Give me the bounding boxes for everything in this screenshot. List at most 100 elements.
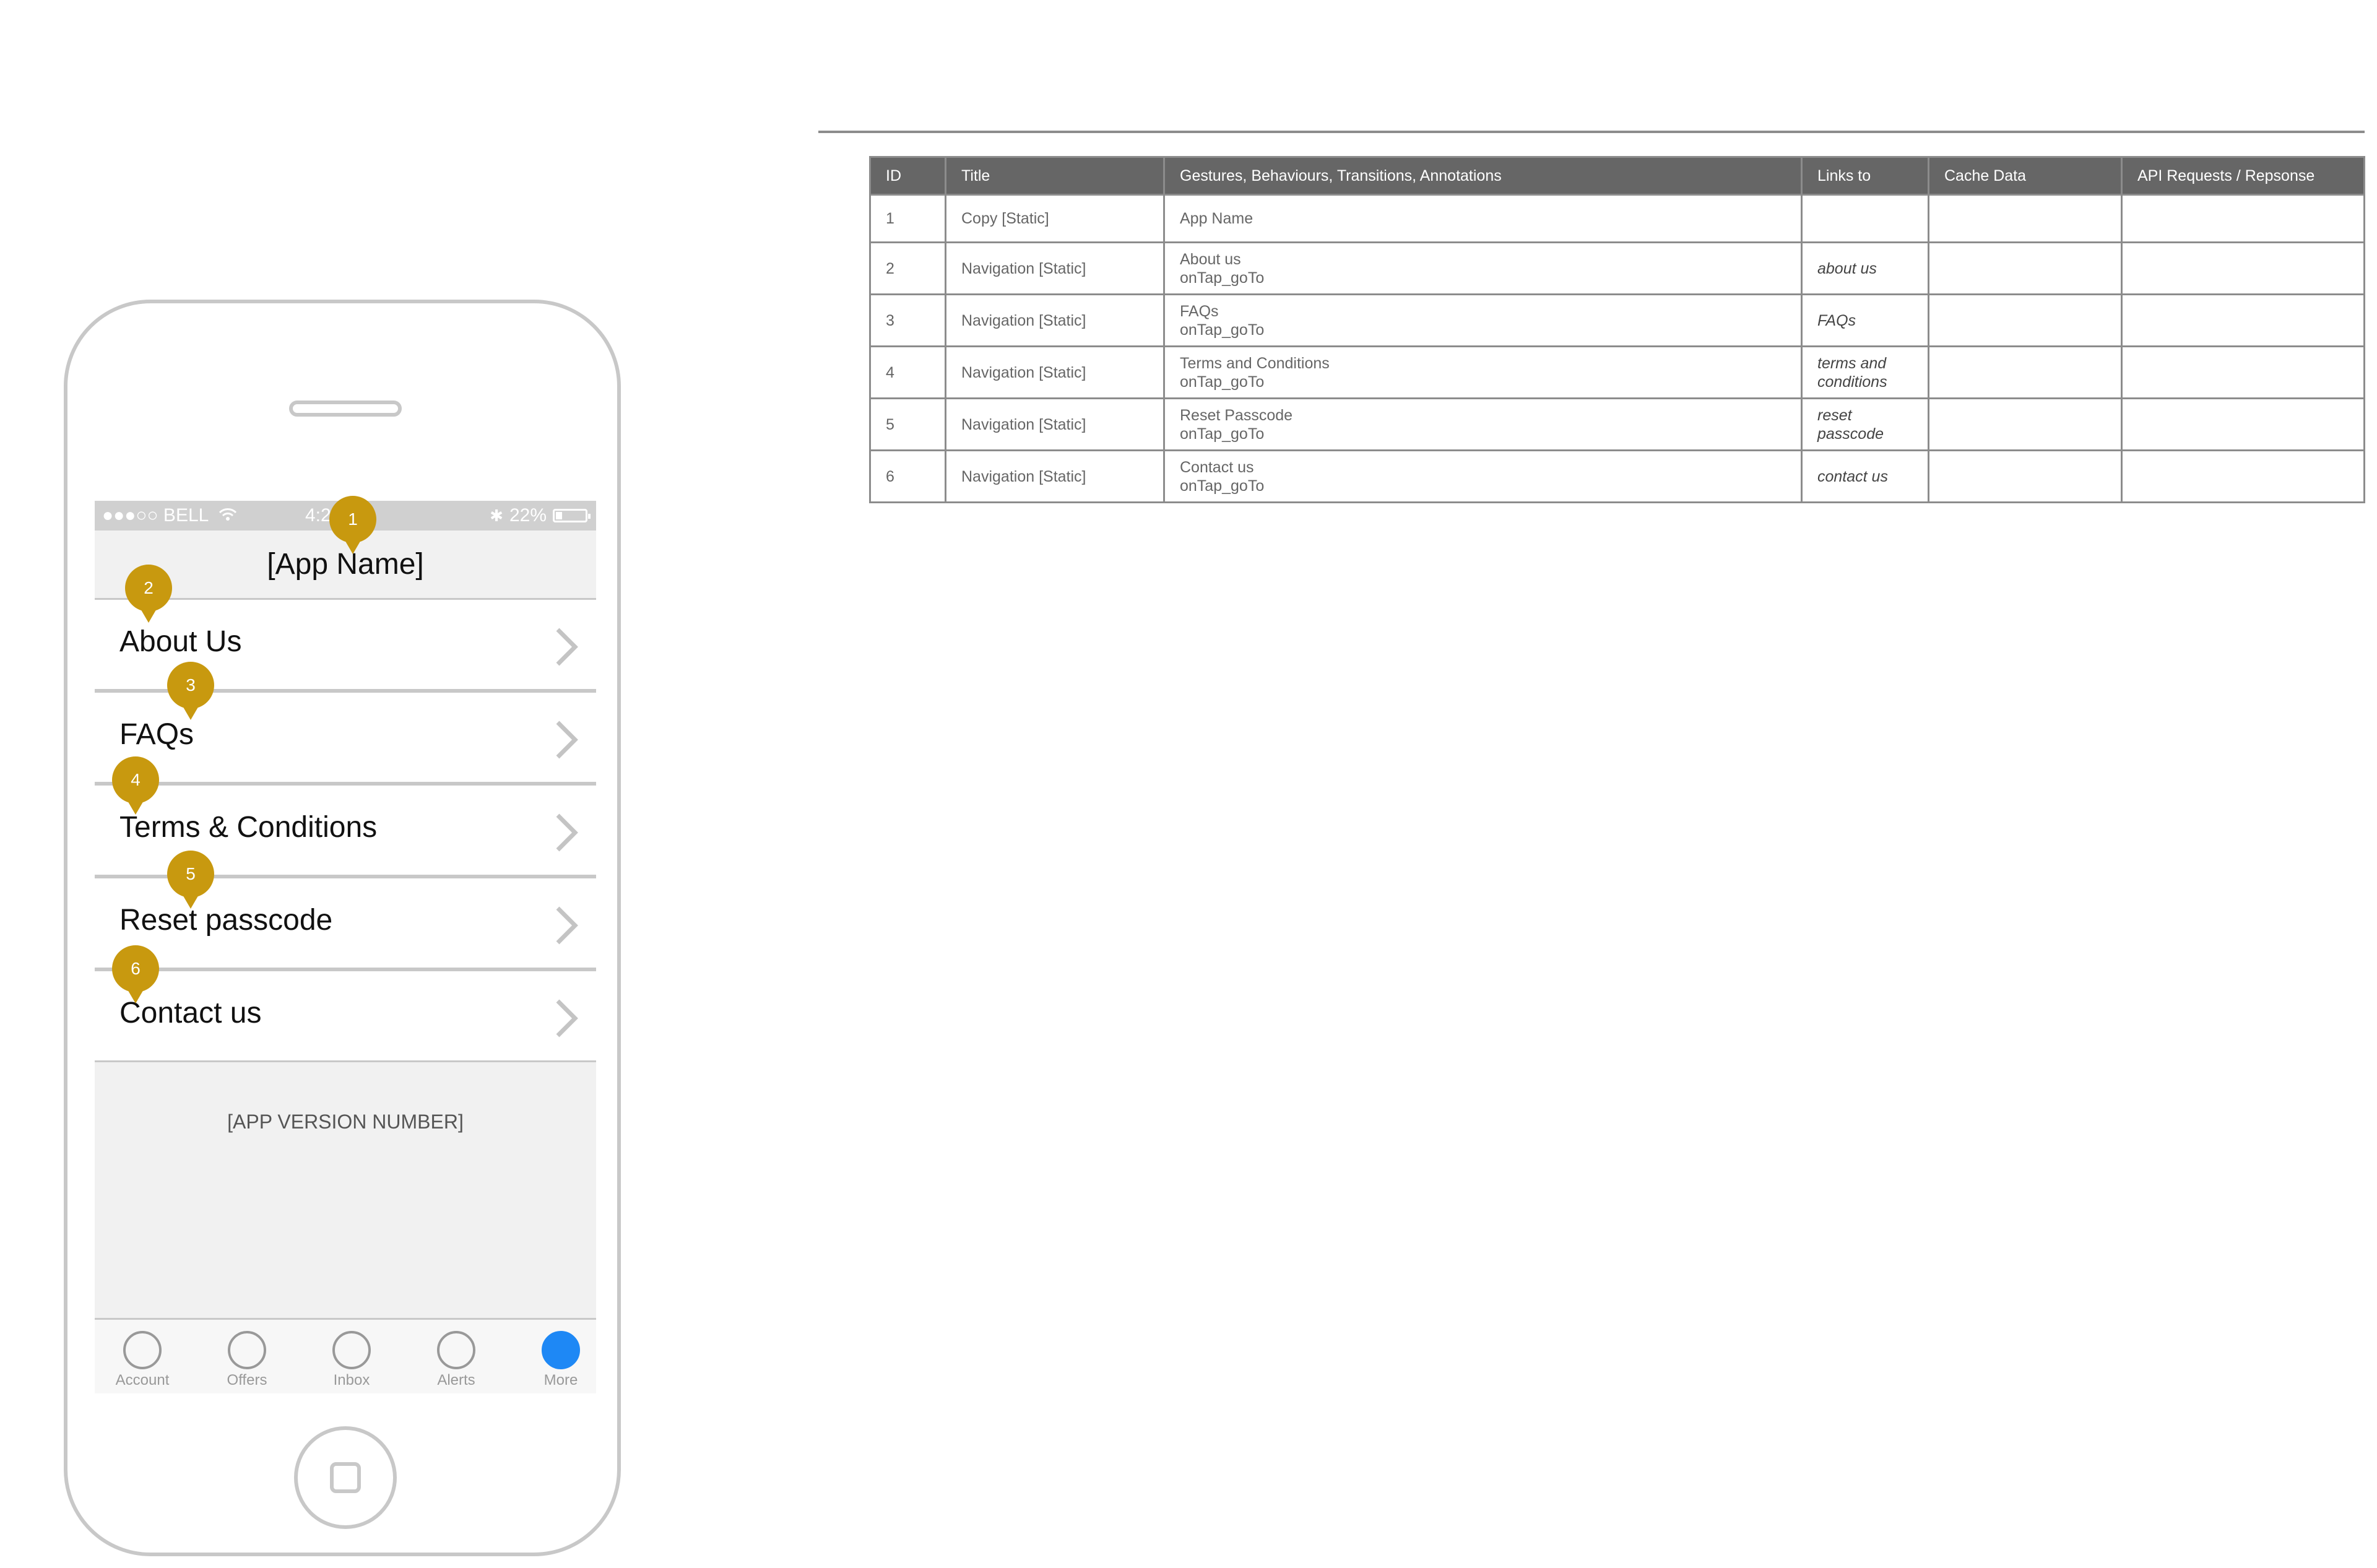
cell-gesture-line: FAQs — [1180, 302, 1219, 320]
cell-api — [2121, 293, 2365, 347]
cell-cache — [1928, 397, 2123, 451]
tab-offers[interactable]: Offers — [210, 1331, 284, 1389]
wifi-icon — [219, 508, 236, 521]
cell-title: Navigation [Static] — [945, 293, 1165, 347]
cell-gesture: Contact us onTap_goTo — [1163, 449, 1803, 503]
tab-label: Account — [115, 1372, 170, 1388]
cell-id: 2 — [869, 241, 946, 295]
cell-gesture: About us onTap_goTo — [1163, 241, 1803, 295]
annotation-marker-4: 4 — [112, 756, 159, 816]
chevron-right-icon — [556, 999, 578, 1037]
column-header: Title — [945, 156, 1165, 196]
cell-gesture-line: onTap_goTo — [1180, 477, 1265, 495]
cell-gesture: App Name — [1163, 194, 1803, 243]
alerts-tab-icon — [437, 1331, 475, 1369]
cell-api — [2121, 345, 2365, 399]
cell-links-line: passcode — [1817, 425, 1884, 443]
cell-links — [1801, 194, 1929, 243]
menu-item-contact-us[interactable]: Contact us — [95, 969, 596, 1062]
cell-id: 5 — [869, 397, 946, 451]
cell-links: FAQs — [1801, 293, 1929, 347]
table-row: 2 Navigation [Static] About us onTap_goT… — [869, 241, 2365, 295]
cell-title: Navigation [Static] — [945, 449, 1165, 503]
tab-alerts[interactable]: Alerts — [419, 1331, 493, 1389]
menu-item-label: FAQs — [119, 718, 194, 751]
cell-links-line: FAQs — [1817, 311, 1856, 329]
table-row: 5 Navigation [Static] Reset Passcode onT… — [869, 397, 2365, 451]
offers-tab-icon — [228, 1331, 266, 1369]
cell-gesture-line: Terms and Conditions — [1180, 354, 1330, 372]
chevron-right-icon — [556, 721, 578, 759]
tab-inbox[interactable]: Inbox — [314, 1331, 389, 1389]
tab-label: More — [543, 1372, 578, 1388]
marker-number: 1 — [348, 509, 358, 529]
tab-label: Alerts — [437, 1372, 475, 1388]
cell-api — [2121, 397, 2365, 451]
cell-title: Navigation [Static] — [945, 241, 1165, 295]
battery-percent: 22% — [509, 505, 547, 526]
cell-links: terms and conditions — [1801, 345, 1929, 399]
cell-id: 4 — [869, 345, 946, 399]
cell-title: Copy [Static] — [945, 194, 1165, 243]
more-tab-icon — [542, 1331, 580, 1369]
cell-links: contact us — [1801, 449, 1929, 503]
battery-icon — [553, 509, 591, 522]
cell-links-line: conditions — [1817, 373, 1887, 391]
chevron-right-icon — [556, 628, 578, 666]
cell-links-line: reset — [1817, 406, 1852, 424]
chevron-right-icon — [556, 906, 578, 945]
marker-number: 5 — [186, 864, 196, 883]
table-row: 1 Copy [Static] App Name — [869, 194, 2365, 243]
inbox-tab-icon — [332, 1331, 371, 1369]
cell-api — [2121, 449, 2365, 503]
table-row: 6 Navigation [Static] Contact us onTap_g… — [869, 449, 2365, 503]
cell-links-line: about us — [1817, 259, 1877, 277]
table-row: 4 Navigation [Static] Terms and Conditio… — [869, 345, 2365, 399]
annotation-marker-2: 2 — [125, 565, 172, 624]
annotation-marker-5: 5 — [167, 851, 214, 910]
divider-line — [818, 131, 2365, 133]
cell-gesture-line: onTap_goTo — [1180, 269, 1265, 287]
cell-api — [2121, 241, 2365, 295]
table-header-row: ID Title Gestures, Behaviours, Transitio… — [869, 156, 2365, 196]
cell-cache — [1928, 345, 2123, 399]
tab-label: Offers — [227, 1372, 267, 1388]
cell-gesture: Terms and Conditions onTap_goTo — [1163, 345, 1803, 399]
chevron-right-icon — [556, 813, 578, 852]
column-header: Gestures, Behaviours, Transitions, Annot… — [1163, 156, 1803, 196]
cell-id: 3 — [869, 293, 946, 347]
cell-gesture: FAQs onTap_goTo — [1163, 293, 1803, 347]
cell-id: 6 — [869, 449, 946, 503]
cell-gesture-line: App Name — [1180, 210, 1253, 227]
tab-label: Inbox — [333, 1372, 370, 1388]
cell-gesture-line: onTap_goTo — [1180, 373, 1265, 391]
annotations-table: ID Title Gestures, Behaviours, Transitio… — [869, 156, 2365, 503]
annotation-marker-6: 6 — [112, 945, 159, 1005]
app-version: [APP VERSION NUMBER] — [227, 1111, 464, 1133]
cell-title: Navigation [Static] — [945, 397, 1165, 451]
status-time: 4:2 — [305, 505, 331, 526]
marker-number: 3 — [186, 675, 196, 695]
phone-speaker — [289, 401, 402, 417]
cell-gesture-line: onTap_goTo — [1180, 321, 1265, 339]
phone-screen: ●●●○○ BELL 4:2 ✱ 22% [App Name] About Us… — [95, 501, 596, 1393]
column-header: API Requests / Repsonse — [2121, 156, 2365, 196]
marker-number: 6 — [131, 959, 141, 978]
bluetooth-icon: ✱ — [490, 506, 503, 525]
column-header: Cache Data — [1928, 156, 2123, 196]
column-header: Links to — [1801, 156, 1929, 196]
tab-more[interactable]: More — [524, 1331, 596, 1389]
column-header: ID — [869, 156, 946, 196]
cell-links: reset passcode — [1801, 397, 1929, 451]
table-row: 3 Navigation [Static] FAQs onTap_goTo FA… — [869, 293, 2365, 347]
home-button-square-icon — [330, 1462, 361, 1493]
tab-account[interactable]: Account — [105, 1331, 180, 1389]
cell-gesture: Reset Passcode onTap_goTo — [1163, 397, 1803, 451]
account-tab-icon — [123, 1331, 162, 1369]
cell-gesture-line: Reset Passcode — [1180, 406, 1293, 424]
cell-gesture-line: onTap_goTo — [1180, 425, 1265, 443]
cell-gesture-line: About us — [1180, 250, 1241, 268]
cell-gesture-line: Contact us — [1180, 458, 1254, 476]
menu-item-label: About Us — [119, 625, 242, 658]
annotation-marker-1: 1 — [329, 496, 376, 555]
